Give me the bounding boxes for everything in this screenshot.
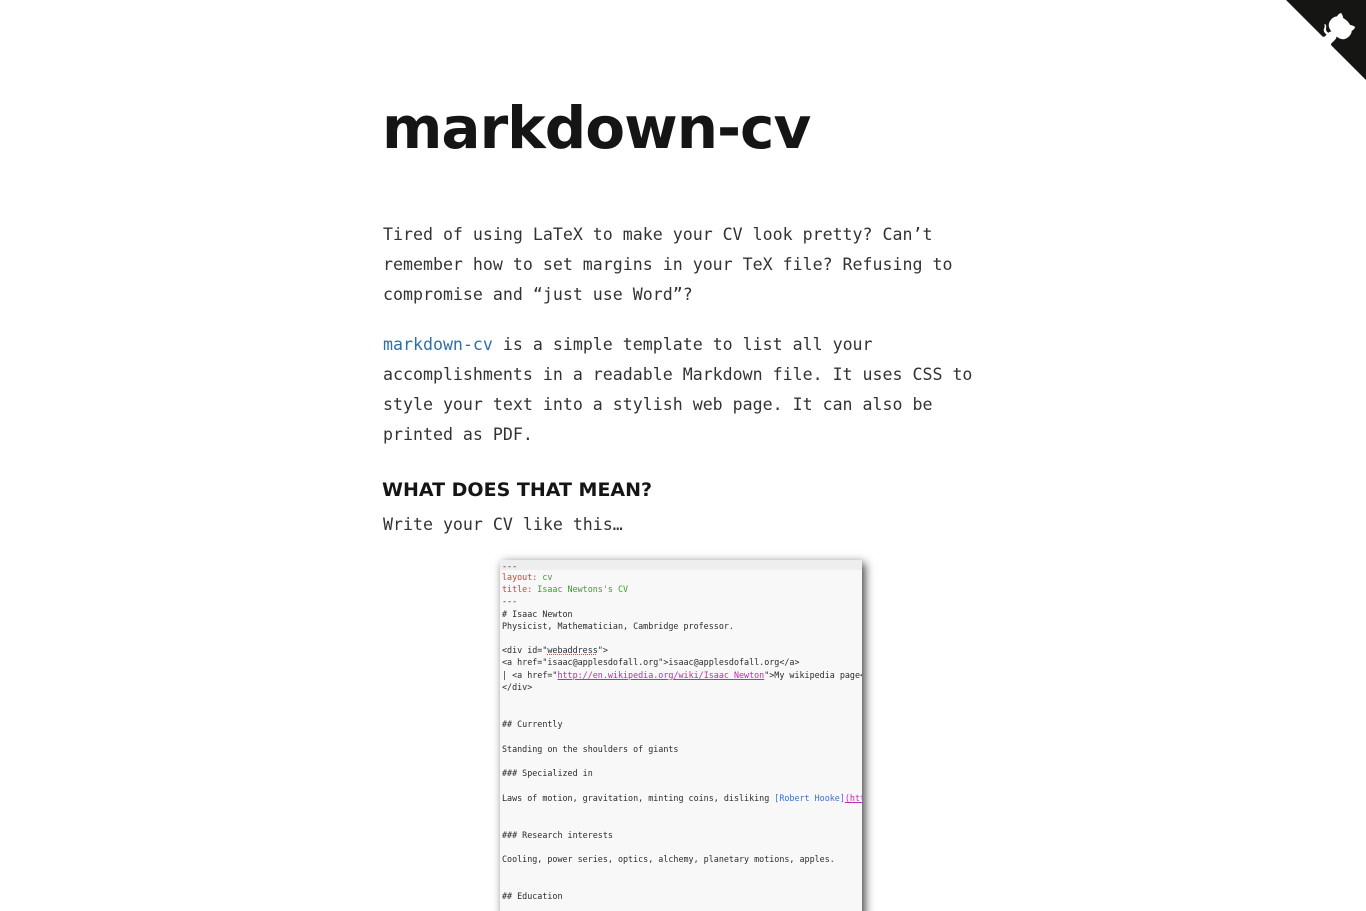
code-line: | <a href="http://en.wikipedia.org/wiki/… [502, 670, 862, 680]
code-line: ## Education [502, 891, 563, 901]
code-line: ### Research interests [502, 830, 613, 840]
screenshot-topbar [500, 560, 862, 570]
intro-paragraph: Tired of using LaTeX to make your CV loo… [383, 225, 953, 304]
code-line: layout: cv [502, 572, 553, 582]
code-line: Cooling, power series, optics, alchemy, … [502, 854, 835, 864]
code-line: Laws of motion, gravitation, minting coi… [502, 793, 862, 803]
code-line: --- [502, 561, 518, 571]
code-line: Physicist, Mathematician, Cambridge prof… [502, 621, 734, 631]
code-line: <a href="isaac@applesdofall.org">isaac@a… [502, 657, 800, 667]
code-line: <div id="webaddress"> [502, 645, 608, 655]
code-line: # Isaac Newton [502, 609, 573, 619]
github-corner-link[interactable] [1286, 0, 1366, 80]
github-octocat-icon [1286, 0, 1366, 80]
code-line: title: Isaac Newtons's CV [502, 584, 629, 594]
section-text: Write your CV like this… [383, 515, 623, 534]
markdown-cv-link[interactable]: markdown-cv [383, 335, 493, 354]
description-paragraph: markdown-cv is a simple template to list… [383, 330, 983, 450]
code-line: ### Specialized in [502, 768, 593, 778]
code-line: ## Currently [502, 719, 563, 729]
code-line: </div> [502, 682, 533, 692]
code-line: Standing on the shoulders of giants [502, 744, 679, 754]
page-title: markdown-cv [382, 94, 811, 162]
section-heading: WHAT DOES THAT MEAN? [382, 479, 653, 501]
code-line: --- [502, 596, 518, 606]
cv-markdown-screenshot: --- layout: cv title: Isaac Newtons's CV… [500, 560, 862, 911]
